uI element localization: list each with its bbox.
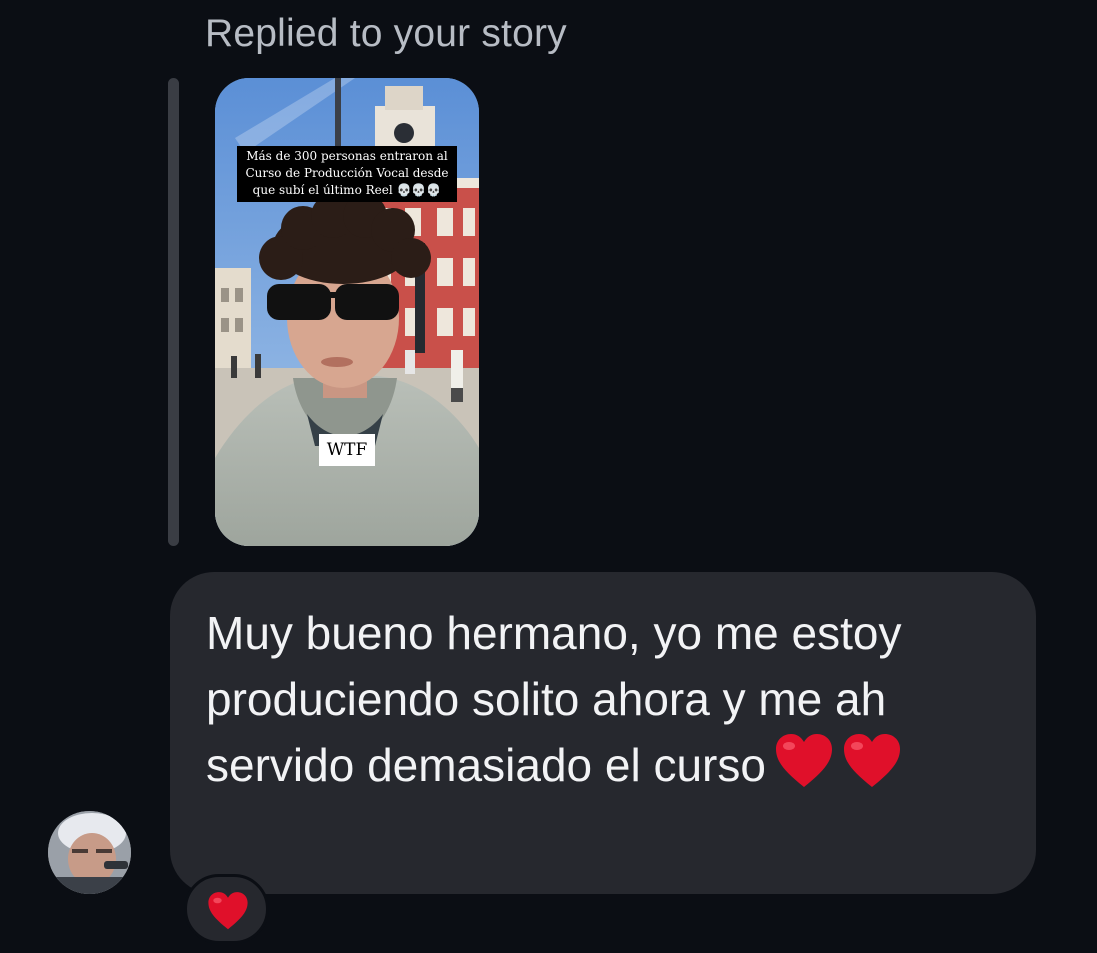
replied-to-story-label: Replied to your story [205, 12, 567, 55]
heart-icon [842, 733, 902, 806]
avatar-photo [48, 811, 131, 894]
dm-thread: Replied to your story Más de 300 persona… [0, 0, 1097, 953]
reply-quote-bar [168, 78, 179, 546]
message-bubble[interactable]: Muy bueno hermano, yo me estoy producien… [170, 572, 1036, 894]
heart-icon [207, 891, 249, 936]
story-sticker: WTF [319, 434, 375, 466]
heart-icon [774, 733, 834, 806]
reaction-badge[interactable] [184, 874, 269, 944]
sender-avatar[interactable] [48, 811, 131, 894]
story-thumbnail[interactable]: Más de 300 personas entraron al Curso de… [215, 78, 479, 546]
story-caption: Más de 300 personas entraron al Curso de… [237, 146, 457, 202]
message-text-container: Muy bueno hermano, yo me estoy producien… [206, 600, 1006, 806]
